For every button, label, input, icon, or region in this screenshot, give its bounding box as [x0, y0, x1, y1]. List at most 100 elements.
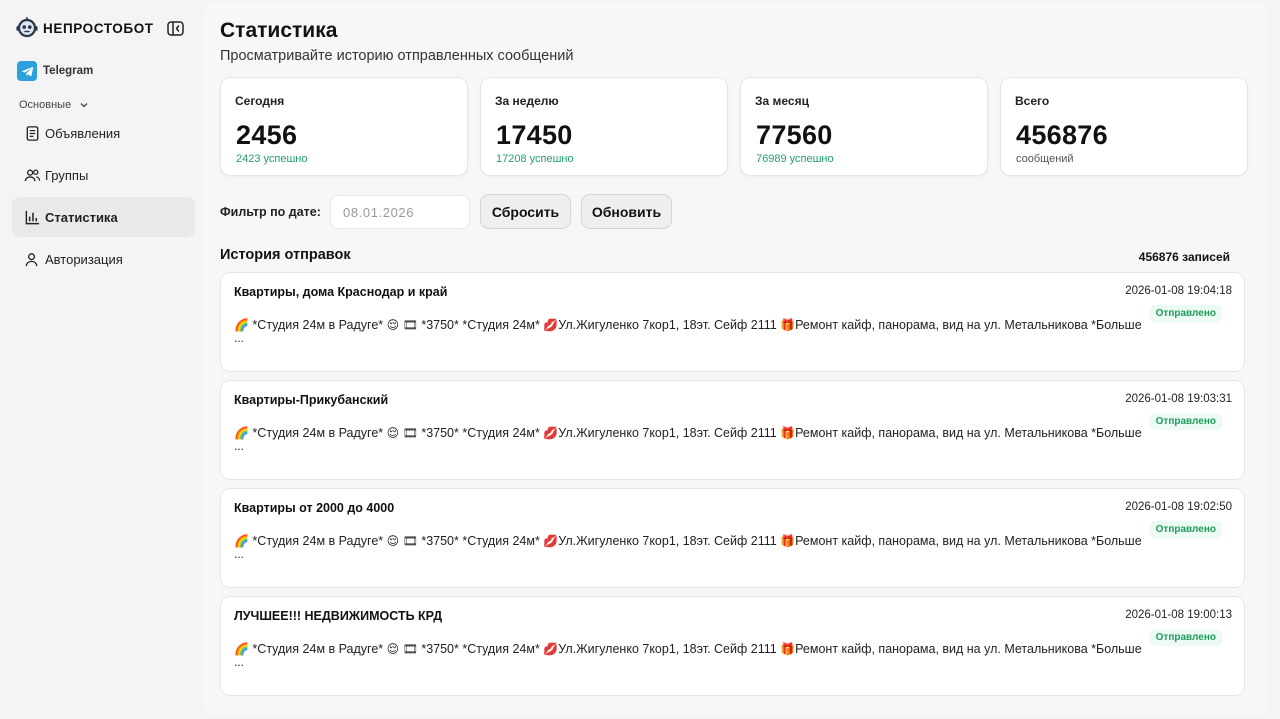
message-text: *3750* *Студия 24м* [417, 426, 544, 440]
collapse-sidebar-icon[interactable] [167, 21, 184, 36]
history-row[interactable]: ЛУЧШЕЕ!!! НЕДВИЖИМОСТЬ КРД 2026-01-08 19:… [220, 596, 1245, 696]
emoji-icon: 🌈 [234, 318, 249, 332]
message-text: Ул.Жигуленко 7кор1, 18эт. Сейф 2111 [558, 318, 781, 332]
emoji-icon: 😌 [386, 426, 400, 440]
stat-card-value: 17450 [496, 120, 573, 150]
emoji-icon: 🎞 [402, 426, 418, 440]
emoji-icon: 🌈 [234, 642, 249, 656]
emoji-icon: 😌 [386, 534, 400, 548]
history-count: 456876 записей [1138, 250, 1230, 264]
emoji-icon: 🌈 [234, 426, 249, 440]
history-row-message: 🌈 *Студия 24м в Радуге* 😌 🎞 *3750* *Студ… [234, 317, 1142, 333]
page-title: Статистика [220, 19, 338, 42]
history-row-time: 2026-01-08 19:03:31 [1125, 393, 1232, 405]
emoji-icon: 🎁 [780, 426, 796, 440]
sidebar: НЕПРОСТОБОТ Telegram Основные Объявления… [0, 0, 203, 719]
message-text: *Студия 24м в Радуге* [248, 534, 387, 548]
history-row[interactable]: Квартиры, дома Краснодар и край 2026-01-0… [220, 272, 1245, 372]
history-row[interactable]: Квартиры-Прикубанский 2026-01-08 19:03:31… [220, 380, 1245, 480]
message-ellipsis: ... [234, 439, 245, 453]
history-row-title: Квартиры, дома Краснодар и край [234, 285, 448, 299]
brand-name: НЕПРОСТОБОТ [43, 20, 154, 36]
stat-card-success: 76989 успешно [756, 153, 834, 165]
stat-card-today: Сегодня 2456 2423 успешно [220, 77, 468, 176]
status-badge: Отправлено [1149, 305, 1222, 322]
bar-chart-icon [25, 210, 40, 224]
stat-card-title: Всего [1015, 94, 1050, 108]
chevron-down-icon [80, 103, 88, 108]
stat-card-title: Сегодня [235, 94, 285, 108]
history-row-message: 🌈 *Студия 24м в Радуге* 😌 🎞 *3750* *Студ… [234, 641, 1142, 657]
stat-card-value: 77560 [756, 120, 833, 150]
message-ellipsis: ... [234, 655, 245, 669]
message-text: Ул.Жигуленко 7кор1, 18эт. Сейф 2111 [558, 642, 781, 656]
emoji-icon: 💋 [543, 318, 559, 332]
sidebar-item-label: Авторизация [45, 251, 123, 267]
main-content: Статистика Просматривайте историю отправ… [203, 2, 1268, 716]
page-subtitle: Просматривайте историю отправленных сооб… [220, 48, 574, 64]
history-title: История отправок [220, 247, 351, 263]
message-text: *Студия 24м в Радуге* [248, 318, 387, 332]
telegram-icon [17, 61, 37, 81]
sidebar-item-groups[interactable]: Группы [12, 155, 195, 195]
section-toggle[interactable]: Основные [19, 99, 89, 111]
sidebar-item-ads[interactable]: Объявления [12, 113, 195, 153]
sidebar-item-authorization[interactable]: Авторизация [12, 239, 195, 279]
history-row-message: 🌈 *Студия 24м в Радуге* 😌 🎞 *3750* *Студ… [234, 425, 1142, 441]
stat-card-success: 17208 успешно [496, 153, 574, 165]
robot-logo-icon [16, 17, 38, 38]
message-text: Ул.Жигуленко 7кор1, 18эт. Сейф 2111 [558, 534, 781, 548]
stat-card-success: 2423 успешно [236, 153, 308, 165]
history-row-time: 2026-01-08 19:00:13 [1125, 609, 1232, 621]
stat-card-week: За неделю 17450 17208 успешно [480, 77, 728, 176]
document-icon [26, 125, 39, 141]
emoji-icon: 🎁 [780, 642, 796, 656]
sidebar-item-label: Объявления [45, 125, 121, 141]
message-text: *3750* *Студия 24м* [417, 318, 544, 332]
emoji-icon: 🎁 [780, 318, 796, 332]
message-text: *3750* *Студия 24м* [417, 534, 544, 548]
reset-button[interactable]: Сбросить [480, 194, 571, 229]
user-icon [25, 252, 38, 266]
stat-card-value: 456876 [1016, 120, 1108, 150]
emoji-icon: 🎞 [402, 318, 418, 332]
emoji-icon: 💋 [543, 642, 559, 656]
status-badge: Отправлено [1149, 413, 1222, 430]
emoji-icon: 🎁 [780, 534, 796, 548]
channel-selector[interactable]: Telegram [17, 61, 93, 81]
stat-card-caption: сообщений [1016, 153, 1074, 165]
emoji-icon: 💋 [543, 534, 559, 548]
emoji-icon: 😌 [386, 642, 400, 656]
sidebar-item-statistics[interactable]: Статистика [12, 197, 195, 237]
refresh-button[interactable]: Обновить [581, 194, 672, 229]
emoji-icon: 💋 [543, 426, 559, 440]
section-label: Основные [19, 99, 72, 111]
channel-label: Telegram [43, 65, 94, 77]
emoji-icon: 🎞 [402, 534, 418, 548]
message-text: *Студия 24м в Радуге* [248, 426, 387, 440]
stat-card-title: За месяц [755, 94, 809, 108]
status-badge: Отправлено [1149, 629, 1222, 646]
brand[interactable]: НЕПРОСТОБОТ [16, 17, 154, 39]
history-row[interactable]: Квартиры от 2000 до 4000 2026-01-08 19:02… [220, 488, 1245, 588]
history-row-title: ЛУЧШЕЕ!!! НЕДВИЖИМОСТЬ КРД [234, 609, 443, 623]
stat-card-total: Всего 456876 сообщений [1000, 77, 1248, 176]
stat-card-month: За месяц 77560 76989 успешно [740, 77, 988, 176]
stat-card-title: За неделю [495, 94, 559, 108]
users-icon [24, 169, 41, 181]
message-text: Ул.Жигуленко 7кор1, 18эт. Сейф 2111 [558, 426, 781, 440]
history-row-time: 2026-01-08 19:02:50 [1125, 501, 1232, 513]
sidebar-item-label: Статистика [45, 209, 118, 225]
message-text: *3750* *Студия 24м* [417, 642, 544, 656]
date-filter-label: Фильтр по дате: [220, 205, 321, 219]
history-row-title: Квартиры от 2000 до 4000 [234, 501, 395, 515]
history-row-title: Квартиры-Прикубанский [234, 393, 389, 407]
message-text: Ремонт кайф, панорама, вид на ул. Металь… [795, 642, 1142, 656]
message-ellipsis: ... [234, 547, 245, 561]
message-ellipsis: ... [234, 331, 245, 345]
date-filter-input[interactable] [330, 195, 470, 229]
message-text: Ремонт кайф, панорама, вид на ул. Металь… [795, 426, 1142, 440]
status-badge: Отправлено [1149, 521, 1222, 538]
message-text: Ремонт кайф, панорама, вид на ул. Металь… [795, 318, 1142, 332]
emoji-icon: 🌈 [234, 534, 249, 548]
